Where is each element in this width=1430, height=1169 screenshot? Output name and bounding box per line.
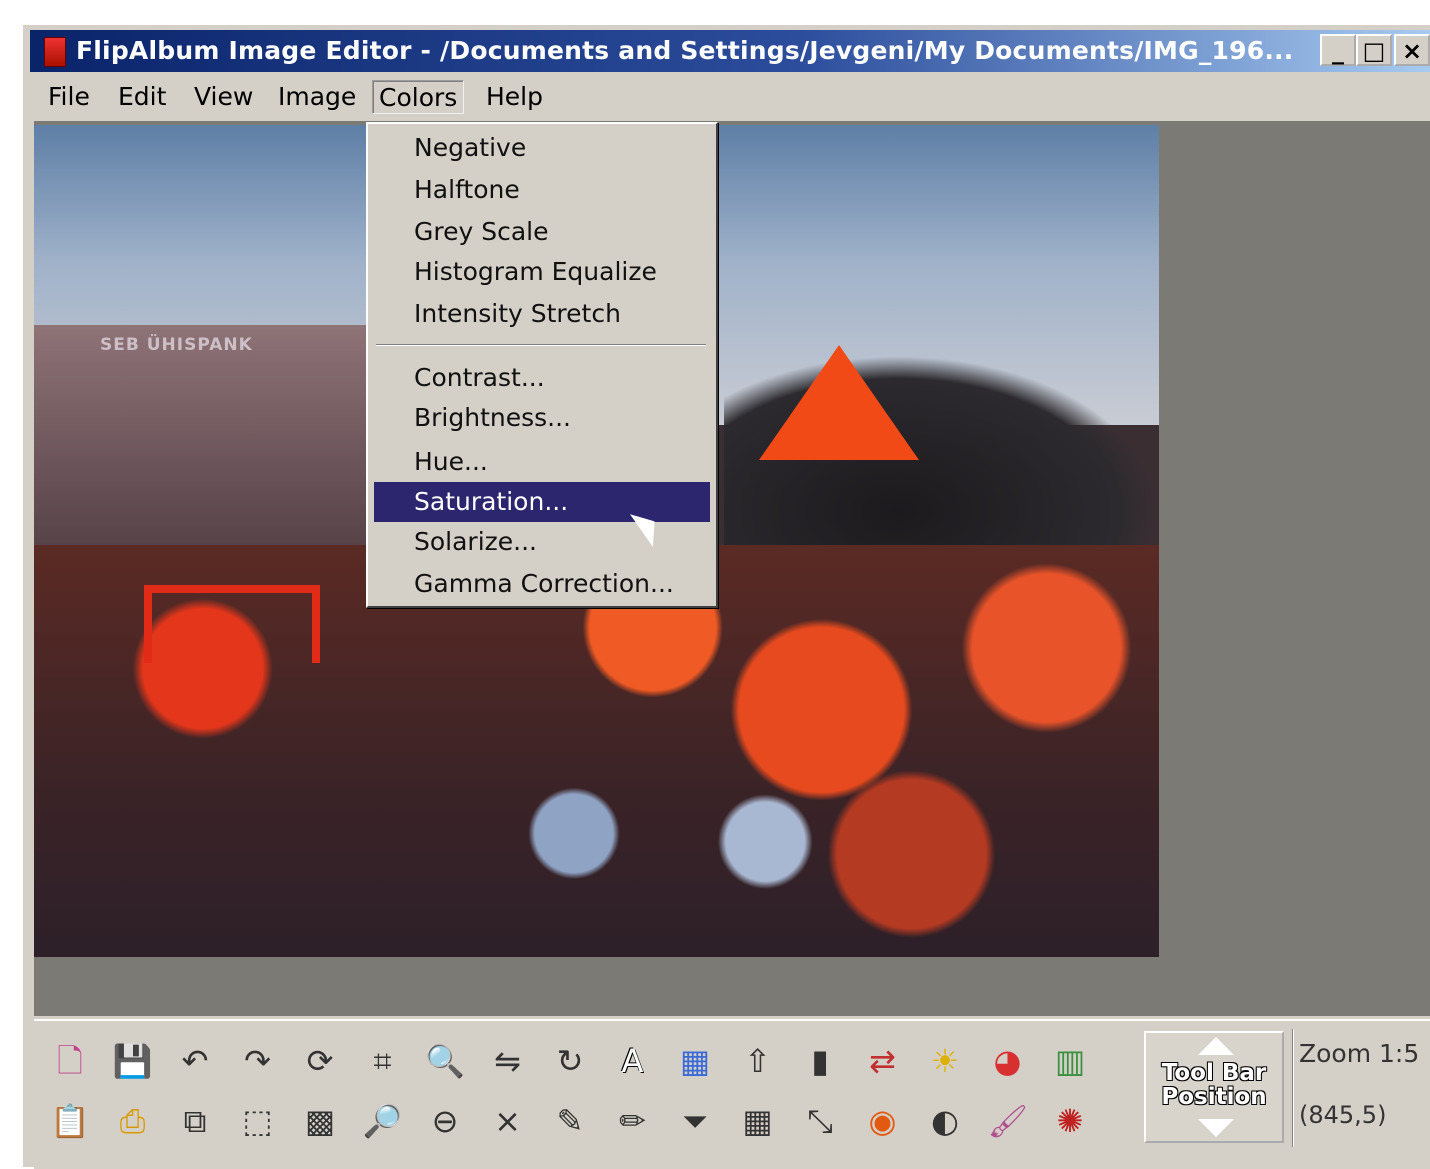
menu-separator xyxy=(376,344,706,346)
menu-item-intensity-stretch[interactable]: Intensity Stretch xyxy=(374,294,710,334)
swap-icon[interactable]: ⇄ xyxy=(863,1041,903,1081)
rotate-icon[interactable]: ⟳ xyxy=(300,1041,340,1081)
redo-icon[interactable]: ↷ xyxy=(238,1041,278,1081)
menu-image[interactable]: Image xyxy=(272,80,362,114)
minimize-button[interactable]: _ xyxy=(1320,34,1356,66)
save-icon[interactable]: 💾 xyxy=(113,1041,153,1081)
crop-icon[interactable]: ⌗ xyxy=(363,1041,403,1081)
resize-icon[interactable]: ⤡ xyxy=(800,1101,840,1141)
text-icon[interactable]: A xyxy=(613,1041,653,1081)
mirror-icon[interactable]: ⨯ xyxy=(488,1101,528,1141)
maximize-button[interactable]: □ xyxy=(1356,34,1392,66)
tool-bar: 🗋 💾 ↶ ↷ ⟳ ⌗ 🔍 ⇋ ↻ A ▦ ⇧ ▮ ⇄ ☀ ◕ ▥ 📋 ⎙ ⧉ ⬚ ▩ 🔎 ⊖ ⨯ ✎ ✏ ⏷ ▦ ⤡ ◉ ◐ 🖌 ✺ Tool… xyxy=(34,1019,1430,1169)
zoom-out-icon[interactable]: ⊖ xyxy=(425,1101,465,1141)
undo-icon[interactable]: ↶ xyxy=(175,1041,215,1081)
flipalbum-app-icon xyxy=(44,37,66,67)
select-rect-icon[interactable]: ⬚ xyxy=(238,1101,278,1141)
menu-item-saturation[interactable]: Saturation... xyxy=(374,482,710,522)
image-workspace[interactable]: SEB ÜHISPANK xyxy=(34,121,1430,1016)
brush-icon[interactable]: 🖌 xyxy=(988,1101,1029,1141)
new-page-icon[interactable]: 🗋 xyxy=(50,1041,90,1081)
zoom-level: Zoom 1:5 xyxy=(1299,1039,1420,1068)
menu-item-hue[interactable]: Hue... xyxy=(374,442,710,482)
cursor-coordinates: (845,5) xyxy=(1299,1101,1387,1129)
grid-icon[interactable]: ▦ xyxy=(738,1101,778,1141)
redeye-icon[interactable]: ✺ xyxy=(1050,1101,1090,1141)
upload-icon[interactable]: ⇧ xyxy=(738,1041,778,1081)
menu-help[interactable]: Help xyxy=(480,80,549,114)
mosaic-icon[interactable]: ▩ xyxy=(300,1101,340,1141)
color-fill-icon[interactable]: ▦ xyxy=(675,1041,715,1081)
menu-file[interactable]: File xyxy=(42,80,96,114)
arrow-down-icon xyxy=(1198,1119,1234,1137)
gradient-icon[interactable]: ▮ xyxy=(800,1041,840,1081)
menu-item-brightness[interactable]: Brightness... xyxy=(374,398,710,438)
menu-item-histogram-equalize[interactable]: Histogram Equalize xyxy=(374,252,710,292)
rotate-free-icon[interactable]: ↻ xyxy=(550,1041,590,1081)
editor-window: FlipAlbum Image Editor - /Documents and … xyxy=(22,24,1430,1169)
menu-bar: File Edit View Image Colors Help xyxy=(30,74,1430,118)
histogram-icon[interactable]: ▥ xyxy=(1050,1041,1090,1081)
menu-item-contrast[interactable]: Contrast... xyxy=(374,358,710,398)
menu-view[interactable]: View xyxy=(188,80,259,114)
photo-bank-sign: SEB ÜHISPANK xyxy=(100,335,253,355)
menu-colors[interactable]: Colors xyxy=(372,80,465,114)
menu-item-grey-scale[interactable]: Grey Scale xyxy=(374,212,710,252)
pencil-icon[interactable]: ✏ xyxy=(613,1101,653,1141)
window-title: FlipAlbum Image Editor - /Documents and … xyxy=(76,36,1294,65)
arrow-up-icon xyxy=(1198,1037,1234,1055)
pen-icon[interactable]: ✎ xyxy=(550,1101,590,1141)
filter-icon[interactable]: ⏷ xyxy=(675,1101,715,1141)
menu-item-negative[interactable]: Negative xyxy=(374,128,710,168)
title-bar[interactable]: FlipAlbum Image Editor - /Documents and … xyxy=(30,30,1430,72)
paste-icon[interactable]: 📋 xyxy=(50,1101,90,1141)
toolbar-divider xyxy=(1292,1029,1294,1147)
copy-icon[interactable]: ⧉ xyxy=(175,1101,215,1141)
menu-item-gamma-correction[interactable]: Gamma Correction... xyxy=(374,564,710,604)
color-wheel-icon[interactable]: ◕ xyxy=(988,1041,1028,1081)
photo-tower-roof xyxy=(759,345,919,460)
target-icon[interactable]: ◉ xyxy=(863,1101,903,1141)
photo-car xyxy=(144,585,320,663)
colors-dropdown-menu: Negative Halftone Grey Scale Histogram E… xyxy=(366,122,718,608)
flip-icon[interactable]: ⇋ xyxy=(488,1041,528,1081)
zoom-icon[interactable]: 🔎 xyxy=(363,1101,403,1141)
menu-edit[interactable]: Edit xyxy=(112,80,172,114)
print-icon[interactable]: ⎙ xyxy=(113,1101,153,1141)
menu-item-halftone[interactable]: Halftone xyxy=(374,170,710,210)
toolbar-position-button[interactable]: Tool Bar Position xyxy=(1144,1031,1284,1143)
close-button[interactable]: × xyxy=(1394,34,1430,66)
brightness-icon[interactable]: ☀ xyxy=(925,1041,965,1081)
zoom-in-icon[interactable]: 🔍 xyxy=(425,1041,465,1081)
toolbar-position-label: Tool Bar Position xyxy=(1161,1060,1267,1110)
contrast-icon[interactable]: ◐ xyxy=(925,1101,965,1141)
